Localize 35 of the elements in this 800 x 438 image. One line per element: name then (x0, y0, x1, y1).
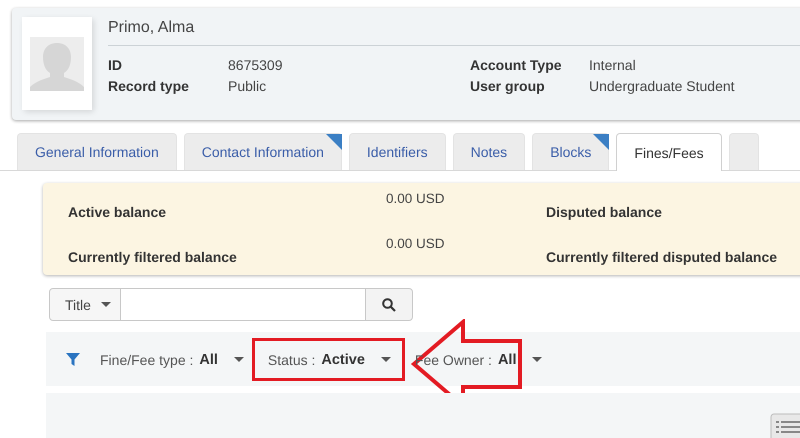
field-label: ID (108, 57, 123, 73)
balance-value: 0.00 USD (386, 236, 445, 251)
search-field[interactable] (120, 288, 365, 321)
balance-label: Currently filtered disputed balance (546, 249, 778, 265)
tab[interactable] (728, 133, 759, 170)
field-value: 8675309 (228, 57, 284, 73)
filter-dropdown[interactable]: Status : Active (268, 352, 391, 368)
scope-dropdown[interactable]: Title (49, 288, 121, 321)
balance-label: Active balance (68, 204, 168, 220)
balance-label: Disputed balance (546, 204, 663, 220)
caret-icon (532, 357, 542, 362)
field-label: Account Type (470, 57, 563, 73)
person-silhouette-icon (30, 36, 84, 90)
caret-icon (380, 357, 391, 362)
filter-dropdown[interactable]: Fine/Fee type : All (100, 352, 244, 368)
tab[interactable]: Contact Information (184, 133, 342, 170)
balance-label: Currently filtered balance (68, 249, 238, 265)
search-button[interactable] (364, 288, 413, 321)
user-name: Primo, Alma (108, 17, 800, 46)
field-value: Internal (589, 57, 637, 73)
field-value: Undergraduate Student (589, 78, 736, 94)
filter-icon (66, 352, 80, 366)
balance-value: 0.00 USD (386, 191, 445, 206)
field-label: User group (470, 78, 546, 94)
tab[interactable]: General Information (17, 133, 177, 170)
field-value: Public (228, 78, 268, 94)
search-icon (382, 298, 396, 312)
list-icon (770, 413, 800, 438)
field-label: Record type (108, 78, 190, 94)
tab[interactable]: Fines/Fees (616, 133, 722, 171)
caret-icon (100, 302, 111, 307)
tab[interactable]: Blocks (532, 133, 610, 170)
caret-icon (234, 357, 244, 362)
tab[interactable]: Identifiers (348, 133, 446, 170)
tab[interactable]: Notes (452, 133, 526, 170)
